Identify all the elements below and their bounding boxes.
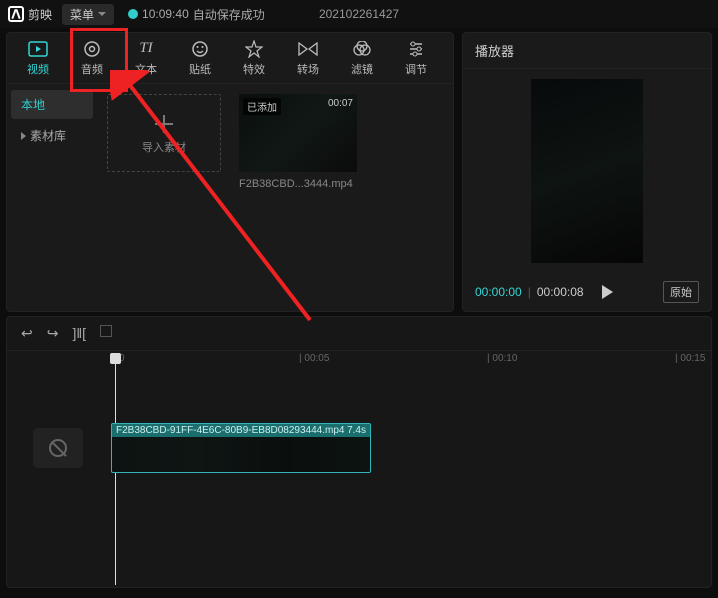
tab-label: 滤镜 [351, 61, 373, 77]
import-media-button[interactable]: 导入素材 [107, 94, 221, 172]
clip-duration: 00:07 [328, 98, 353, 109]
tab-label: 视频 [27, 61, 49, 77]
save-time: 10:09:40 [142, 7, 189, 21]
caret-right-icon [21, 132, 26, 140]
play-button[interactable] [602, 285, 613, 299]
video-icon [28, 40, 48, 58]
tab-label: 贴纸 [189, 61, 211, 77]
added-badge: 已添加 [243, 98, 281, 115]
app-logo: 剪映 [8, 6, 52, 23]
adjust-icon [406, 40, 426, 58]
menu-label: 菜单 [70, 6, 94, 23]
tab-label: 音频 [81, 61, 103, 77]
tab-adjust[interactable]: 调节 [389, 33, 443, 83]
delete-button[interactable] [100, 325, 112, 337]
clip-duration: 7.4s [347, 425, 366, 436]
media-clip-tile[interactable]: 已添加 00:07 F2B38CBD...3444.mp4 [239, 94, 363, 301]
tab-label: 文本 [135, 61, 157, 77]
ruler-mark: | 00:15 [675, 353, 705, 364]
time-total: 00:00:08 [537, 285, 584, 299]
redo-button[interactable]: ↪ [47, 325, 59, 342]
filter-icon [352, 40, 372, 58]
video-track: F2B38CBD-91FF-4E6C-80B9-EB8D08293444.mp4… [33, 421, 711, 475]
effects-icon [244, 40, 264, 58]
status-dot-icon [128, 9, 138, 19]
tab-label: 特效 [243, 61, 265, 77]
time-current: 00:00:00 [475, 285, 522, 299]
tab-transition[interactable]: 转场 [281, 33, 335, 83]
text-icon: TI [136, 40, 156, 58]
clip-filename: F2B38CBD...3444.mp4 [239, 178, 363, 190]
logo-icon [8, 6, 24, 22]
timeline-clip[interactable]: F2B38CBD-91FF-4E6C-80B9-EB8D08293444.mp4… [111, 423, 371, 473]
timeline-toolbar: ↩ ↪ ]‖[ [7, 317, 711, 351]
player-viewport[interactable] [463, 69, 711, 273]
timeline-ruler[interactable]: | 0 | 00:05 | 00:10 | 00:15 [111, 351, 711, 371]
mute-icon [49, 439, 67, 457]
transition-icon [298, 40, 318, 58]
media-tabs: 视频 音频 TI 文本 贴纸 特效 转场 [7, 33, 453, 84]
subtab-local[interactable]: 本地 [11, 90, 93, 119]
player-controls: 00:00:00 | 00:00:08 原始 [463, 273, 711, 311]
sticker-icon [190, 40, 210, 58]
autosave-status: 10:09:40 自动保存成功 [128, 6, 265, 23]
chevron-down-icon [98, 12, 106, 16]
sidebar-subtabs: 本地 素材库 [7, 84, 97, 311]
ruler-mark: | 00:10 [487, 353, 517, 364]
import-label: 导入素材 [142, 139, 186, 155]
tab-text[interactable]: TI 文本 [119, 33, 173, 83]
tab-label: 调节 [405, 61, 427, 77]
timeline-panel: ↩ ↪ ]‖[ | 0 | 00:05 | 00:10 | 00:15 F2B3… [6, 316, 712, 588]
clip-thumbnail: 已添加 00:07 [239, 94, 357, 172]
undo-button[interactable]: ↩ [21, 325, 33, 342]
ruler-mark: | 00:05 [299, 353, 329, 364]
tab-label: 转场 [297, 61, 319, 77]
media-gallery: 导入素材 已添加 00:07 F2B38CBD...3444.mp4 [97, 84, 453, 311]
player-panel: 播放器 00:00:00 | 00:00:08 原始 [462, 32, 712, 312]
preview-frame [531, 79, 643, 263]
app-name: 剪映 [28, 6, 52, 23]
player-title: 播放器 [463, 33, 711, 69]
audio-icon [82, 40, 102, 58]
media-panel: 视频 音频 TI 文本 贴纸 特效 转场 [6, 32, 454, 312]
tab-sticker[interactable]: 贴纸 [173, 33, 227, 83]
track-mute-button[interactable] [33, 428, 83, 468]
split-button[interactable]: ]‖[ [72, 325, 86, 342]
tab-audio[interactable]: 音频 [65, 33, 119, 83]
tab-video[interactable]: 视频 [11, 33, 65, 83]
original-ratio-button[interactable]: 原始 [663, 281, 699, 303]
save-text: 自动保存成功 [193, 6, 265, 23]
clip-name: F2B38CBD-91FF-4E6C-80B9-EB8D08293444.mp4 [116, 425, 344, 436]
tab-filter[interactable]: 滤镜 [335, 33, 389, 83]
subtab-library[interactable]: 素材库 [11, 121, 93, 150]
titlebar: 剪映 菜单 10:09:40 自动保存成功 202102261427 [0, 0, 718, 28]
tab-effects[interactable]: 特效 [227, 33, 281, 83]
menu-button[interactable]: 菜单 [62, 4, 114, 25]
project-name: 202102261427 [319, 7, 399, 21]
plus-icon [151, 111, 177, 137]
